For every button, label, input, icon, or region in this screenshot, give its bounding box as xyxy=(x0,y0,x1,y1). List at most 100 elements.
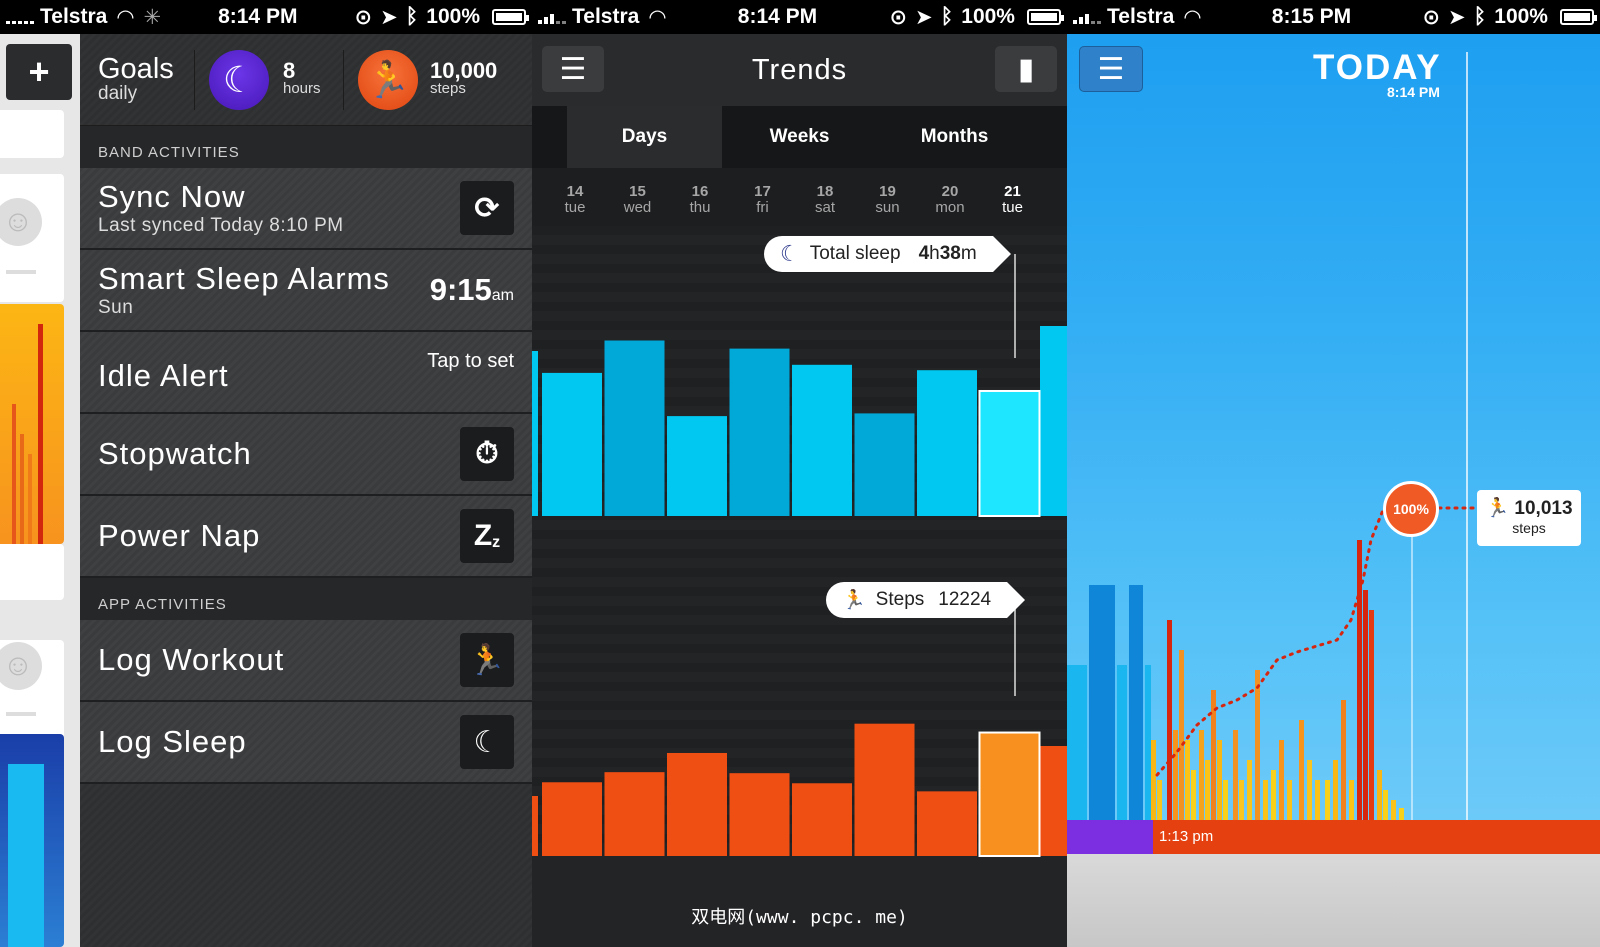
sync-now-row[interactable]: Sync Now Last synced Today 8:10 PM ⟳ xyxy=(80,168,532,250)
clock: 8:14 PM xyxy=(737,5,818,28)
log-workout-icon[interactable]: 🏃 xyxy=(460,633,514,687)
activity-bar xyxy=(1185,740,1190,820)
grid-stripe xyxy=(532,549,1067,558)
stopwatch-icon[interactable]: ⏱ xyxy=(460,427,514,481)
grid-stripe xyxy=(532,283,1067,292)
activity-bar xyxy=(1217,740,1222,820)
day-label[interactable]: 14 tue xyxy=(555,184,595,216)
day-weekday: mon xyxy=(935,199,965,216)
feed-card-steps xyxy=(0,304,64,544)
sleep-bar xyxy=(1129,585,1143,820)
loading-icon: ✳ xyxy=(143,5,162,29)
steps-bar xyxy=(604,772,665,856)
power-nap-icon[interactable]: Zz xyxy=(460,509,514,563)
activity-bar xyxy=(1315,780,1320,820)
today-screen: Telstra ◠ 8:15 PM ⊙ ➤ ᛒ 100% ☰ TODAY 8:1… xyxy=(1067,0,1600,947)
activity-bar xyxy=(1333,760,1338,820)
day-label[interactable]: 15 wed xyxy=(618,184,658,216)
power-nap-row[interactable]: Power Nap Zz xyxy=(80,496,532,578)
day-label[interactable]: 17 fri xyxy=(743,184,783,216)
activity-bar xyxy=(1279,740,1284,820)
day-label[interactable]: 19 sun xyxy=(868,184,908,216)
day-weekday: tue xyxy=(564,199,586,216)
steps-bar xyxy=(792,783,852,856)
day-weekday: wed xyxy=(623,199,652,216)
moon-icon[interactable]: ☾ xyxy=(209,49,269,110)
moon-icon: ☾ xyxy=(780,241,800,266)
runner-icon[interactable]: 🏃 xyxy=(358,49,418,110)
location-icon: ➤ xyxy=(915,5,933,29)
steps-bar-edge xyxy=(1040,746,1067,856)
hamburger-icon: ☰ xyxy=(559,52,587,86)
feed-card xyxy=(0,110,64,158)
battery-icon xyxy=(1026,9,1064,25)
tab-days[interactable]: Days xyxy=(567,106,722,168)
steps-bar xyxy=(729,773,790,856)
tab-months[interactable]: Months xyxy=(877,106,1032,168)
grid-stripe xyxy=(532,682,1067,691)
day-weekday: sun xyxy=(875,199,900,216)
chart-button[interactable]: ▮ xyxy=(995,46,1057,92)
day-number: 19 xyxy=(879,183,896,200)
today-activity-chart xyxy=(1067,506,1479,820)
stopwatch-row[interactable]: Stopwatch ⏱ xyxy=(80,414,532,496)
grid-stripe xyxy=(532,644,1067,653)
smart-sleep-alarms-row[interactable]: Smart Sleep Alarms Sun 9:15am xyxy=(80,250,532,332)
steps-bar xyxy=(12,404,16,544)
activity-bar xyxy=(1271,770,1276,820)
grid-stripe xyxy=(532,530,1067,539)
log-workout-row[interactable]: Log Workout 🏃 xyxy=(80,620,532,702)
sleep-bar xyxy=(854,413,915,516)
wifi-icon: ◠ xyxy=(117,5,134,29)
sleep-bar xyxy=(8,764,44,947)
activity-bar xyxy=(1399,808,1404,820)
activity-bar xyxy=(1223,780,1228,820)
activity-bar xyxy=(1263,780,1268,820)
feed-preview-strip[interactable]: + ☺ ☺ xyxy=(0,34,80,947)
feed-card xyxy=(0,544,64,600)
steps-bar xyxy=(542,782,602,856)
log-sleep-row[interactable]: Log Sleep ☾ xyxy=(80,702,532,784)
app-activities-header: APP ACTIVITIES xyxy=(80,578,532,620)
sleep-bar xyxy=(792,364,852,516)
activity-bar xyxy=(1247,760,1252,820)
goals-header[interactable]: Goals daily ☾ 8 hours 🏃 10,000 steps xyxy=(80,34,532,126)
day-label[interactable]: 18 sat xyxy=(805,184,845,216)
sleep-goal-value: 8 xyxy=(283,57,296,83)
activity-bar xyxy=(1173,730,1178,820)
rotation-lock-icon: ⊙ xyxy=(354,5,373,29)
grid-stripe xyxy=(532,568,1067,577)
idle-alert-row[interactable]: Idle Alert Tap to set xyxy=(80,332,532,414)
sleep-goal-unit: hours xyxy=(283,79,321,97)
sleep-bar xyxy=(1089,585,1115,820)
activity-bar xyxy=(1233,730,1238,820)
smart-sleep-alarms-subtitle: Sun xyxy=(98,297,134,318)
day-label[interactable]: 20 mon xyxy=(930,184,970,216)
activity-bar xyxy=(1179,650,1184,820)
steps-count-box[interactable]: 🏃 10,013 steps xyxy=(1477,490,1581,546)
goals-menu-screen: Telstra ◠ ✳ 8:14 PM ⊙ ➤ ᛒ 100% + ☺ ☺ Goa… xyxy=(0,0,532,947)
sync-icon[interactable]: ⟳ xyxy=(460,181,514,235)
add-button[interactable]: + xyxy=(6,44,72,100)
grid-stripe xyxy=(532,226,1067,235)
menu-button[interactable]: ☰ xyxy=(542,46,604,92)
trends-header: ☰ Trends ▮ xyxy=(532,34,1067,106)
day-label[interactable]: 21 tue xyxy=(993,184,1033,216)
power-nap-z: Z xyxy=(473,519,493,552)
total-sleep-hours: 4 xyxy=(918,243,930,264)
log-sleep-icon[interactable]: ☾ xyxy=(460,715,514,769)
goal-percent-badge[interactable]: 100% xyxy=(1383,481,1439,537)
steps-value: 12224 xyxy=(938,589,992,610)
day-weekday: thu xyxy=(689,199,711,216)
total-sleep-minutes: 38 xyxy=(939,243,961,264)
day-label[interactable]: 16 thu xyxy=(680,184,720,216)
bluetooth-icon: ᛒ xyxy=(405,5,419,28)
sleep-bar-edge xyxy=(532,351,538,516)
clock: 8:14 PM xyxy=(218,5,298,28)
steps-bar xyxy=(20,434,24,544)
sync-now-title: Sync Now xyxy=(98,179,246,214)
activity-bar xyxy=(1191,770,1196,820)
band-time-label: 1:13 pm xyxy=(1159,828,1214,845)
band-activities-header: BAND ACTIVITIES xyxy=(80,126,532,168)
tab-weeks[interactable]: Weeks xyxy=(722,106,877,168)
